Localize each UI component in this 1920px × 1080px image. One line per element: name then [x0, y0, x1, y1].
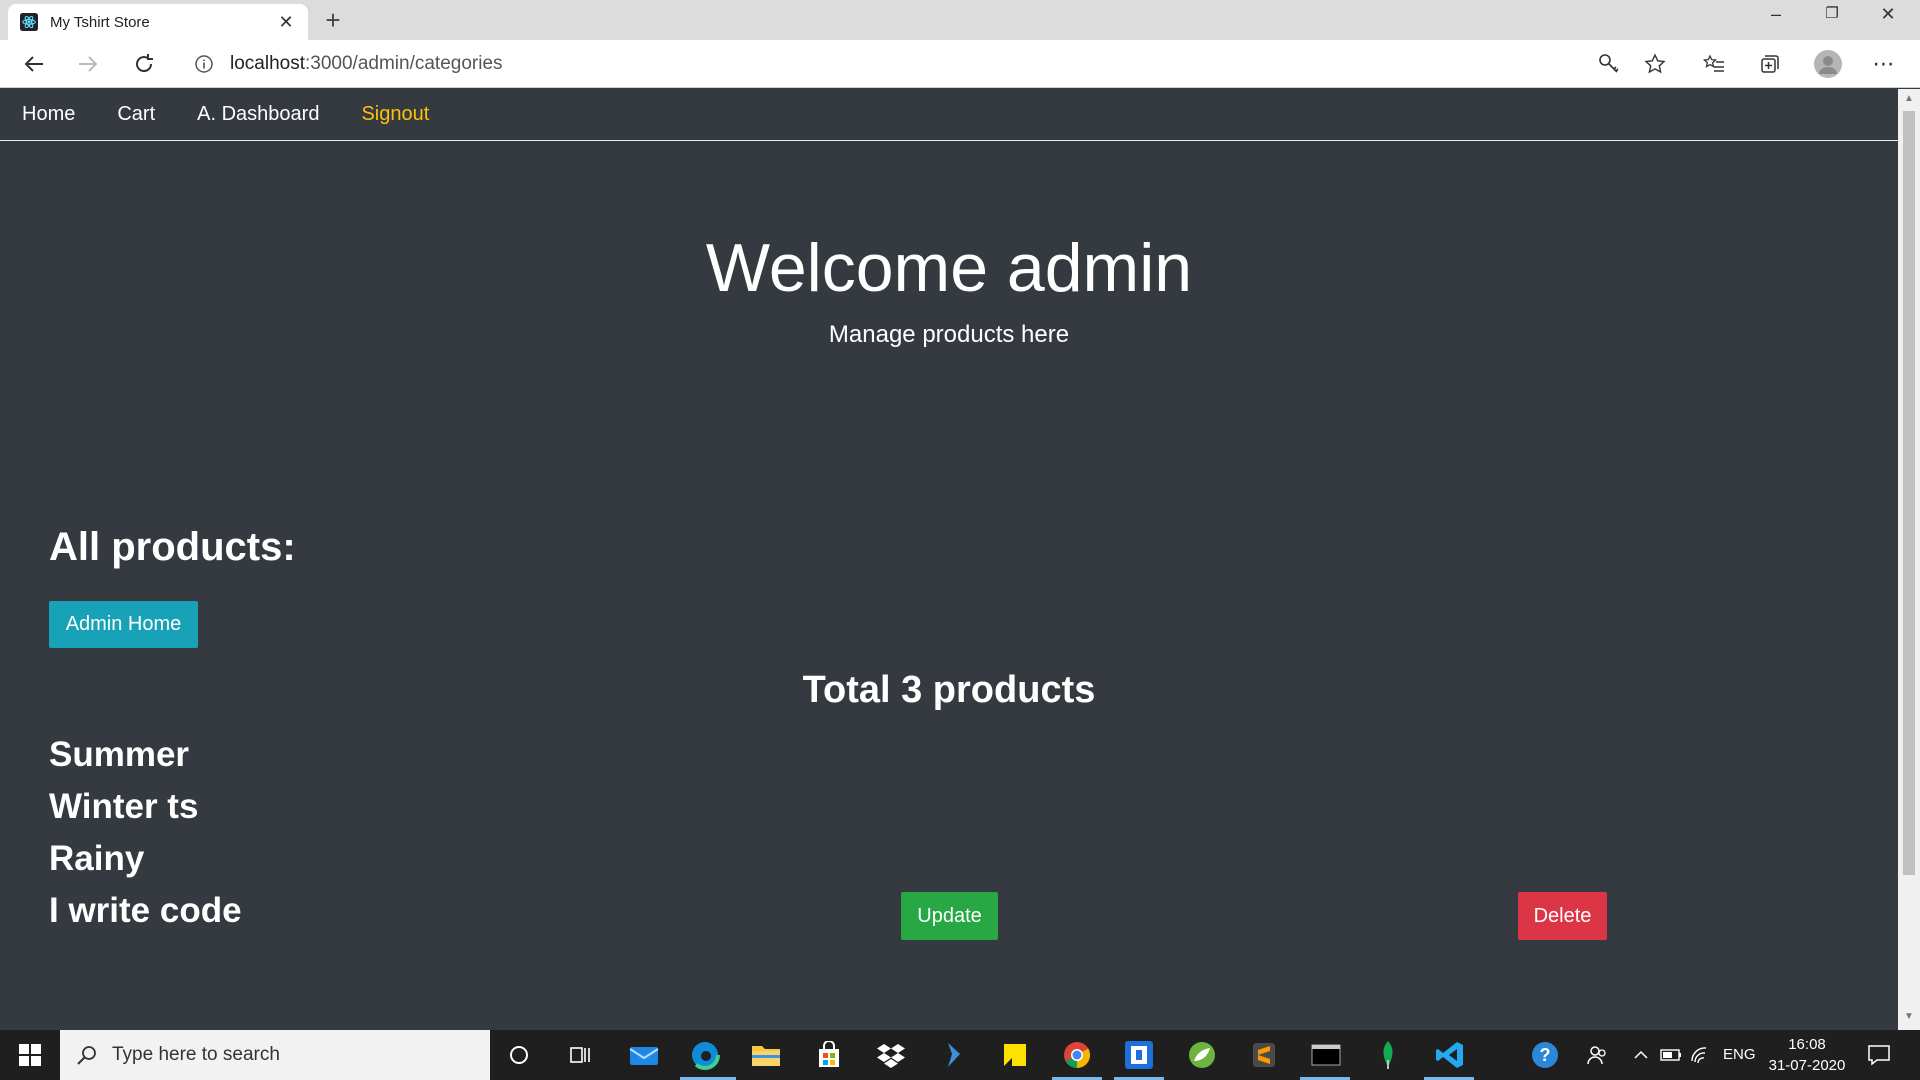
- edge-browser-icon[interactable]: [688, 1038, 722, 1072]
- battery-icon[interactable]: [1654, 1038, 1688, 1072]
- people-icon[interactable]: [1580, 1038, 1614, 1072]
- windows-start-icon[interactable]: [0, 1030, 60, 1080]
- forward-icon[interactable]: [72, 48, 104, 80]
- list-item: Winter ts: [49, 787, 199, 826]
- browser-tab[interactable]: My Tshirt Store ✕: [8, 4, 308, 40]
- new-tab-button[interactable]: +: [318, 6, 348, 36]
- key-icon[interactable]: [1597, 52, 1621, 76]
- delete-button[interactable]: Delete: [1518, 892, 1607, 940]
- back-icon[interactable]: [18, 48, 50, 80]
- more-options-icon[interactable]: ⋯: [1872, 51, 1896, 76]
- scroll-up-icon[interactable]: ▲: [1903, 93, 1915, 104]
- list-item: Rainy: [49, 839, 145, 878]
- nav-signout-link[interactable]: Signout: [361, 103, 429, 126]
- list-item: Summer: [49, 735, 190, 774]
- tab-title: My Tshirt Store: [50, 13, 150, 31]
- category-list: Summer Winter ts Rainy I write code: [49, 729, 242, 937]
- vscode-icon[interactable]: [1433, 1038, 1467, 1072]
- language-indicator[interactable]: ENG: [1723, 1046, 1756, 1063]
- page-title: Welcome admin: [705, 230, 1193, 306]
- clock-time: 16:08: [1788, 1036, 1826, 1053]
- restore-button[interactable]: ❐: [1804, 0, 1860, 30]
- help-icon[interactable]: ?: [1528, 1038, 1562, 1072]
- browser-tab-strip: My Tshirt Store ✕ + – ❐ ✕: [0, 0, 1920, 40]
- favorites-list-icon[interactable]: [1702, 52, 1726, 76]
- admin-home-button[interactable]: Admin Home: [49, 601, 198, 648]
- chevron-up-icon[interactable]: [1624, 1038, 1658, 1072]
- terminal-icon[interactable]: [1309, 1038, 1343, 1072]
- svg-text:?: ?: [1540, 1045, 1551, 1065]
- total-products-heading: Total 3 products: [802, 669, 1096, 711]
- sticky-notes-icon[interactable]: [998, 1038, 1032, 1072]
- close-window-button[interactable]: ✕: [1860, 0, 1916, 30]
- microsoft-store-icon[interactable]: [812, 1038, 846, 1072]
- refresh-icon[interactable]: [128, 48, 160, 80]
- visual-studio-icon[interactable]: [936, 1038, 970, 1072]
- info-icon[interactable]: [194, 54, 214, 74]
- favorite-star-icon[interactable]: [1643, 52, 1667, 76]
- list-item: I write code: [49, 891, 242, 930]
- page-subtitle: Manage products here: [828, 321, 1070, 348]
- mail-icon[interactable]: [627, 1038, 661, 1072]
- section-heading: All products:: [49, 525, 296, 569]
- nav-cart-link[interactable]: Cart: [117, 103, 155, 126]
- chrome-icon[interactable]: [1060, 1038, 1094, 1072]
- scroll-down-icon[interactable]: ▼: [1903, 1011, 1915, 1022]
- site-navbar: Home Cart A. Dashboard Signout: [0, 89, 1898, 141]
- task-view-icon[interactable]: [563, 1038, 597, 1072]
- mongodb-compass-icon[interactable]: [1371, 1038, 1405, 1072]
- profile-avatar-icon[interactable]: [1813, 49, 1843, 79]
- collections-icon[interactable]: [1758, 52, 1782, 76]
- nav-admin-dashboard-link[interactable]: A. Dashboard: [197, 103, 319, 126]
- close-tab-icon[interactable]: ✕: [276, 12, 296, 33]
- sublime-text-icon[interactable]: [1247, 1038, 1281, 1072]
- search-icon: [77, 1046, 96, 1065]
- scroll-thumb[interactable]: [1903, 111, 1915, 875]
- page-scrollbar[interactable]: ▲ ▼: [1898, 89, 1920, 1030]
- notification-icon[interactable]: [1862, 1038, 1896, 1072]
- spring-tool-icon[interactable]: [1185, 1038, 1219, 1072]
- nav-home-link[interactable]: Home: [22, 103, 75, 126]
- taskbar: Type here to search ? ENG 16:08 31-07-20…: [0, 1030, 1920, 1080]
- wifi-icon[interactable]: [1684, 1038, 1718, 1072]
- minimize-button[interactable]: –: [1748, 0, 1804, 30]
- clock-date: 31-07-2020: [1768, 1057, 1846, 1074]
- react-icon: [20, 13, 38, 31]
- browser-toolbar: localhost:3000/admin/categories ⋯: [0, 40, 1920, 88]
- taskbar-search-box[interactable]: Type here to search: [60, 1030, 490, 1080]
- url-text: localhost:3000/admin/categories: [230, 53, 503, 74]
- system-clock[interactable]: 16:08 31-07-2020: [1764, 1034, 1850, 1076]
- file-explorer-icon[interactable]: [749, 1038, 783, 1072]
- search-placeholder: Type here to search: [112, 1044, 280, 1065]
- page-content: Home Cart A. Dashboard Signout Welcome a…: [0, 89, 1898, 1002]
- update-button[interactable]: Update: [901, 892, 998, 940]
- dropbox-icon[interactable]: [874, 1038, 908, 1072]
- app-square-icon[interactable]: [1122, 1038, 1156, 1072]
- address-bar[interactable]: localhost:3000/admin/categories: [180, 46, 1680, 82]
- cortana-icon[interactable]: [502, 1038, 536, 1072]
